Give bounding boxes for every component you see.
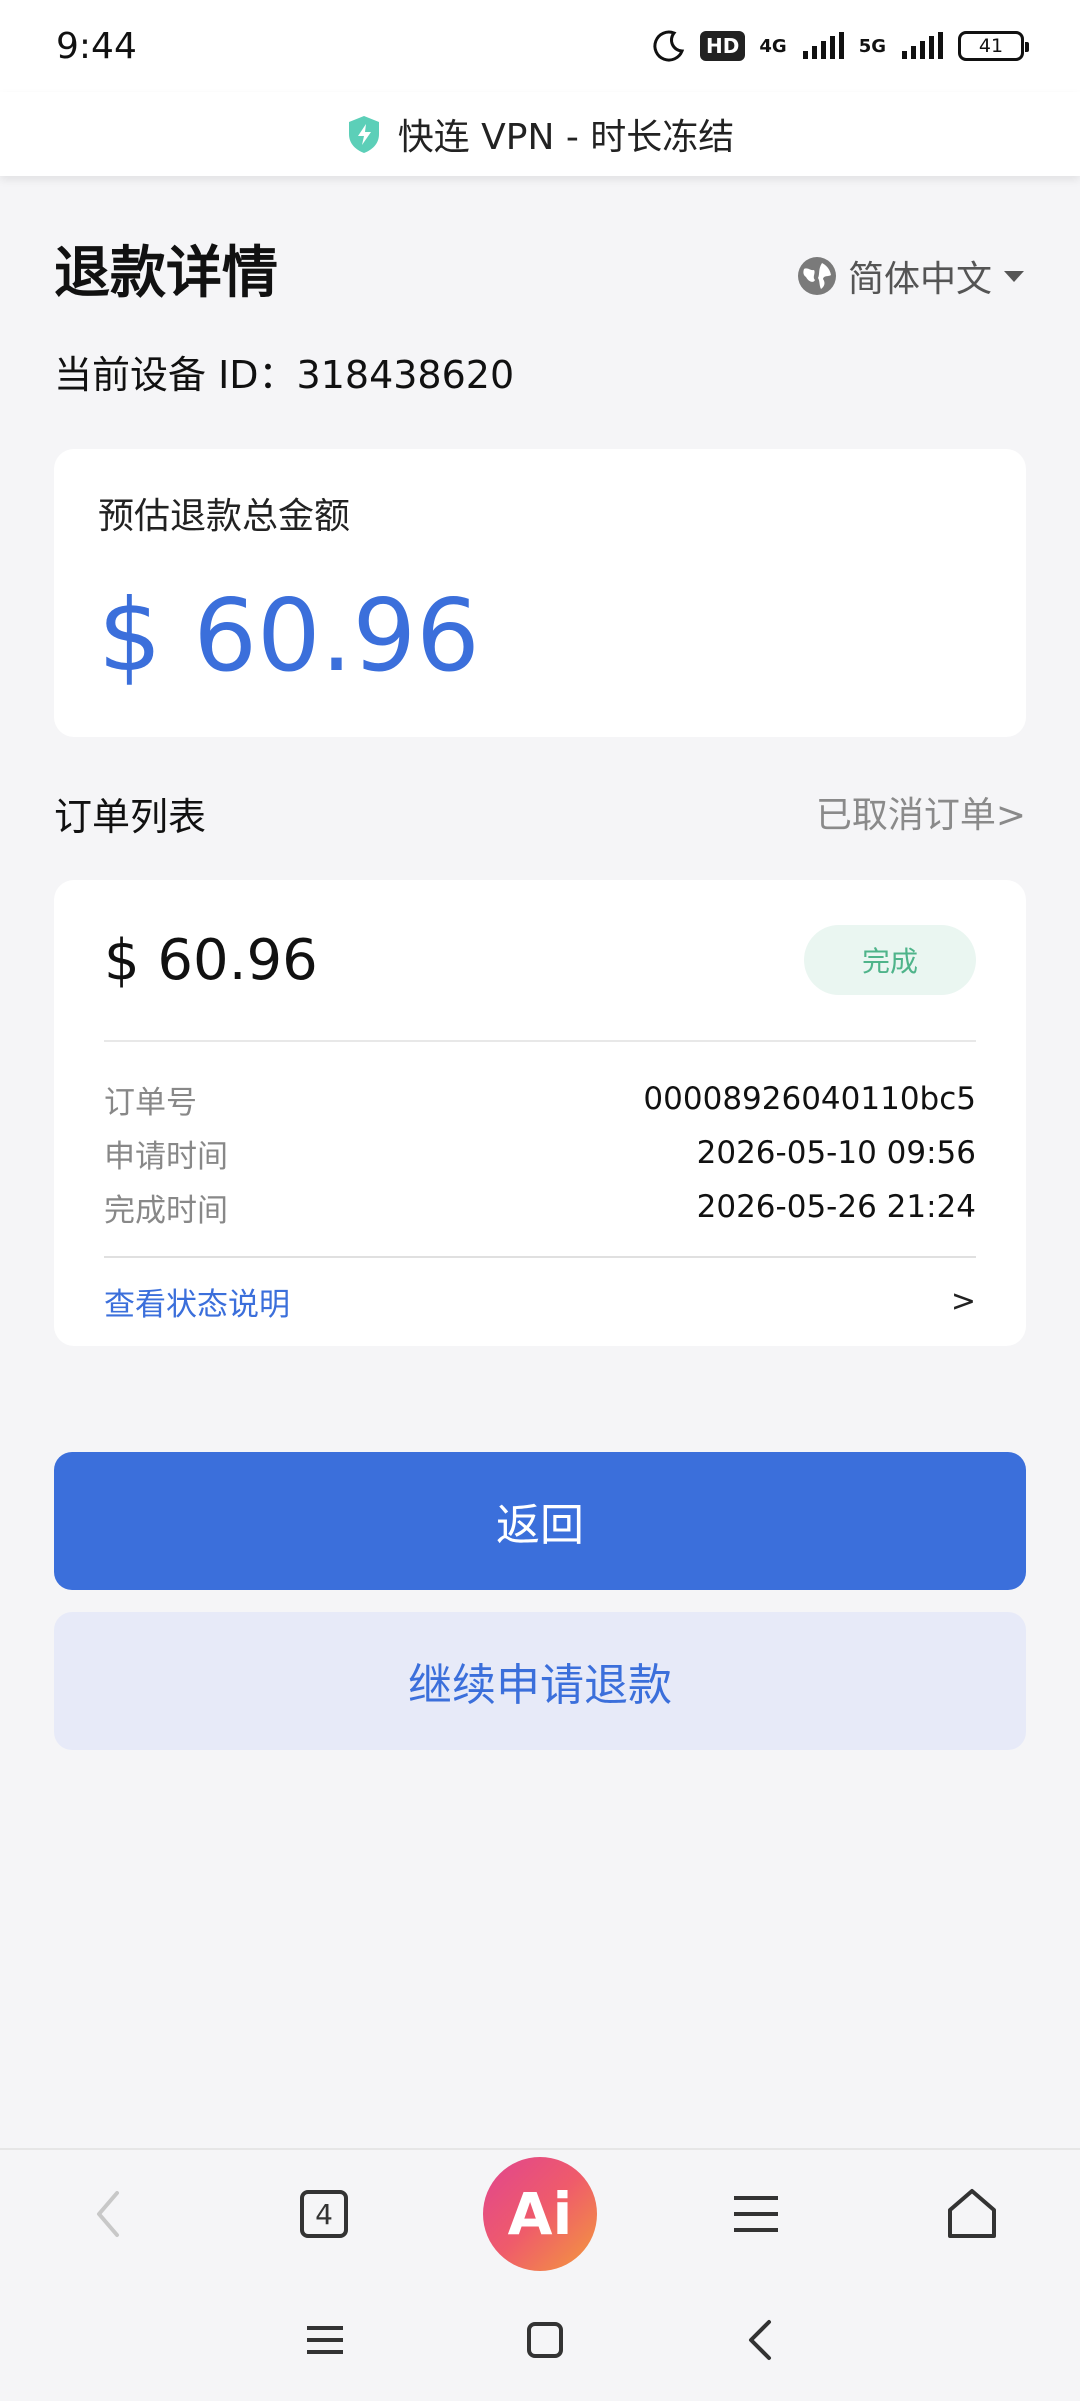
refund-total-card: 预估退款总金额 $ 60.96 [54, 449, 1026, 737]
order-row-complete-time: 完成时间 2026-05-26 21:24 [104, 1180, 976, 1234]
caret-down-icon [1004, 271, 1024, 282]
shield-icon [348, 116, 379, 153]
browser-home-button[interactable] [912, 2154, 1032, 2274]
ai-assistant-button[interactable]: Ai [480, 2154, 600, 2274]
page-heading: 退款详情 [54, 241, 278, 306]
status-time: 9:44 [56, 25, 137, 67]
ai-icon: Ai [483, 2157, 597, 2271]
order-number-value: 00008926040110bc5 [643, 1081, 976, 1117]
order-list-title: 订单列表 [54, 795, 207, 839]
complete-time-value: 2026-05-26 21:24 [696, 1189, 976, 1225]
order-head: $ 60.96 完成 [104, 880, 976, 1042]
tabs-button[interactable]: 4 [264, 2154, 384, 2274]
order-details: 订单号 00008926040110bc5 申请时间 2026-05-10 09… [104, 1042, 976, 1258]
chevron-left-icon [97, 2191, 119, 2237]
status-bar: 9:44 HD 4G 5G 41 [0, 0, 1080, 92]
device-id: 当前设备 ID：318438620 [54, 353, 515, 397]
status-icons: HD 4G 5G 41 [652, 29, 1029, 63]
order-card: $ 60.96 完成 订单号 00008926040110bc5 申请时间 20… [54, 880, 1026, 1346]
home-icon[interactable] [525, 2320, 565, 2360]
chevron-right-icon: > [950, 1283, 976, 1319]
apply-time-value: 2026-05-10 09:56 [696, 1135, 976, 1171]
continue-refund-button[interactable]: 继续申请退款 [54, 1612, 1026, 1750]
tab-count-icon: 4 [300, 2190, 348, 2238]
apply-time-label: 申请时间 [104, 1138, 228, 1175]
signal-icon [802, 32, 844, 59]
battery-icon: 41 [958, 31, 1029, 61]
order-row-apply-time: 申请时间 2026-05-10 09:56 [104, 1126, 976, 1180]
status-explanation-row[interactable]: 查看状态说明 > [104, 1258, 976, 1344]
home-icon [948, 2189, 996, 2238]
status-explanation-link[interactable]: 查看状态说明 [104, 1279, 290, 1324]
signal-icon [902, 32, 943, 59]
order-row-number: 订单号 00008926040110bc5 [104, 1072, 976, 1126]
language-selector[interactable]: 简体中文 [796, 250, 1026, 302]
moon-icon [653, 30, 685, 62]
network-4g-label: 4G [759, 35, 787, 57]
menu-icon [734, 2196, 778, 2232]
page-title: 快连 VPN - 时长冻结 [397, 117, 735, 158]
back-icon[interactable] [745, 2318, 775, 2362]
order-number-label: 订单号 [104, 1084, 197, 1121]
globe-icon [797, 257, 836, 295]
hd-badge: HD [700, 31, 746, 61]
refund-total-amount: $ 60.96 [98, 577, 480, 694]
back-button[interactable]: 返回 [54, 1452, 1026, 1590]
complete-time-label: 完成时间 [104, 1192, 228, 1229]
language-label: 简体中文 [847, 259, 992, 300]
browser-toolbar: 4 Ai [0, 2148, 1080, 2278]
browser-menu-button[interactable] [696, 2154, 816, 2274]
order-amount: $ 60.96 [104, 927, 318, 993]
title-bar: 快连 VPN - 时长冻结 [0, 92, 1080, 176]
network-5g-label: 5G [858, 35, 886, 57]
cancelled-orders-link[interactable]: 已取消订单> [816, 786, 1026, 838]
recents-icon[interactable] [305, 2322, 345, 2358]
refund-total-label: 预估退款总金额 [98, 496, 351, 537]
system-nav-bar [0, 2278, 1080, 2401]
status-badge: 完成 [804, 925, 976, 995]
browser-back-button[interactable] [48, 2154, 168, 2274]
